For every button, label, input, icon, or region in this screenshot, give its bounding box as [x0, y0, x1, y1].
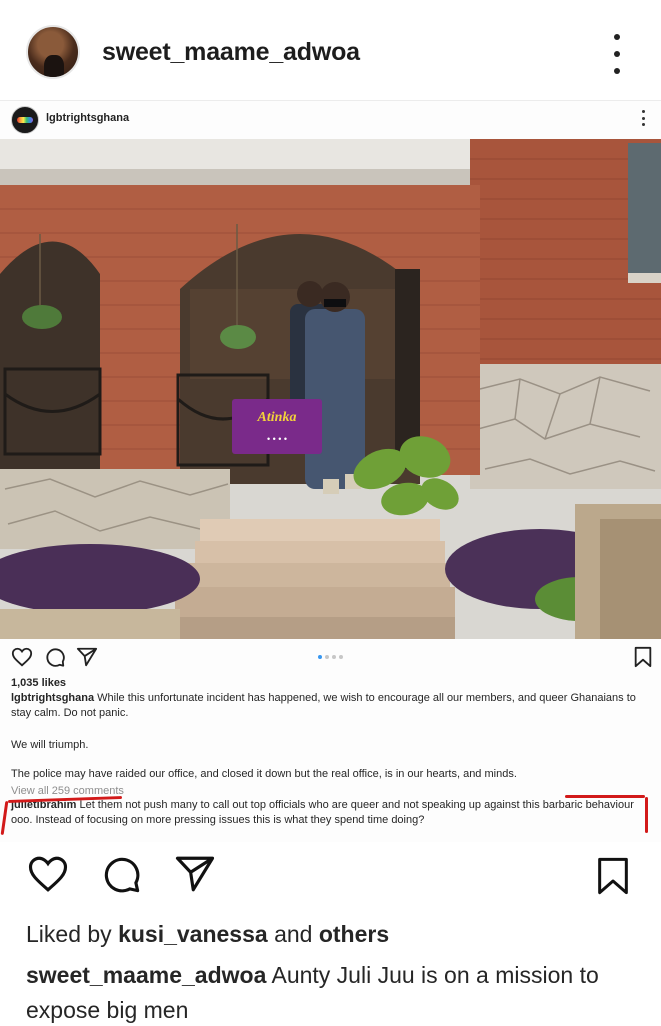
- embedded-post-header: lgbtrightsghana: [0, 101, 661, 139]
- liked-by-mid: and: [267, 921, 319, 947]
- embedded-caption-username: lgbtrightsghana: [11, 692, 95, 704]
- carousel-dot: [332, 655, 336, 659]
- bookmark-icon[interactable]: [593, 853, 633, 899]
- comment-icon: [46, 648, 65, 667]
- embedded-comment: julietibrahim Let them not push many to …: [11, 798, 641, 828]
- carousel-indicator: [318, 655, 343, 659]
- embedded-username: lgbtrightsghana: [46, 112, 130, 124]
- liked-by-others[interactable]: others: [319, 921, 389, 947]
- comment-text: Let them not push many to call out top o…: [11, 799, 634, 826]
- svg-text:• • • •: • • • •: [267, 434, 287, 444]
- embedded-caption: lgbtrightsghana While this unfortunate i…: [11, 691, 651, 721]
- embedded-like-count: 1,035 likes: [11, 677, 67, 689]
- carousel-dot: [339, 655, 343, 659]
- red-bracket-annotation: [565, 795, 645, 798]
- embedded-avatar: [11, 106, 39, 134]
- bookmark-icon: [634, 646, 652, 668]
- carousel-dot-active: [318, 655, 322, 659]
- sign-board: [232, 399, 322, 454]
- heart-icon[interactable]: [26, 853, 70, 895]
- carousel-dot: [325, 655, 329, 659]
- avatar[interactable]: [26, 25, 80, 79]
- red-bracket-annotation: [0, 800, 9, 836]
- embedded-caption-paragraph: We will triumph.: [11, 739, 89, 751]
- embedded-caption-text: While this unfortunate incident has happ…: [11, 692, 636, 719]
- embedded-post-screenshot: lgbtrightsghana Atinka • • • • 1,035 lik…: [0, 100, 661, 842]
- post-caption: sweet_maame_adwoa Aunty Juli Juu is on a…: [26, 958, 646, 1026]
- embedded-more-options-icon: [640, 110, 646, 126]
- svg-text:Atinka: Atinka: [257, 410, 297, 425]
- outer-post-header: sweet_maame_adwoa: [0, 0, 661, 100]
- comment-icon[interactable]: [100, 853, 142, 895]
- heart-icon: [11, 647, 33, 667]
- red-bracket-annotation: [645, 797, 648, 833]
- embedded-actions-bar: [0, 646, 661, 670]
- caption-username[interactable]: sweet_maame_adwoa: [26, 962, 266, 988]
- porch-scene-illustration: Atinka • • • •: [0, 139, 661, 639]
- post-actions-bar: [0, 845, 661, 905]
- more-options-icon[interactable]: [607, 34, 627, 74]
- share-icon[interactable]: [173, 853, 217, 895]
- liked-by-user[interactable]: kusi_vanessa: [118, 921, 268, 947]
- post-photo: Atinka • • • •: [0, 139, 661, 639]
- liked-by-line[interactable]: Liked by kusi_vanessa and others: [26, 921, 389, 948]
- liked-by-prefix: Liked by: [26, 921, 119, 947]
- post-username[interactable]: sweet_maame_adwoa: [102, 38, 360, 67]
- share-icon: [76, 647, 98, 667]
- embedded-caption-paragraph: The police may have raided our office, a…: [11, 768, 517, 780]
